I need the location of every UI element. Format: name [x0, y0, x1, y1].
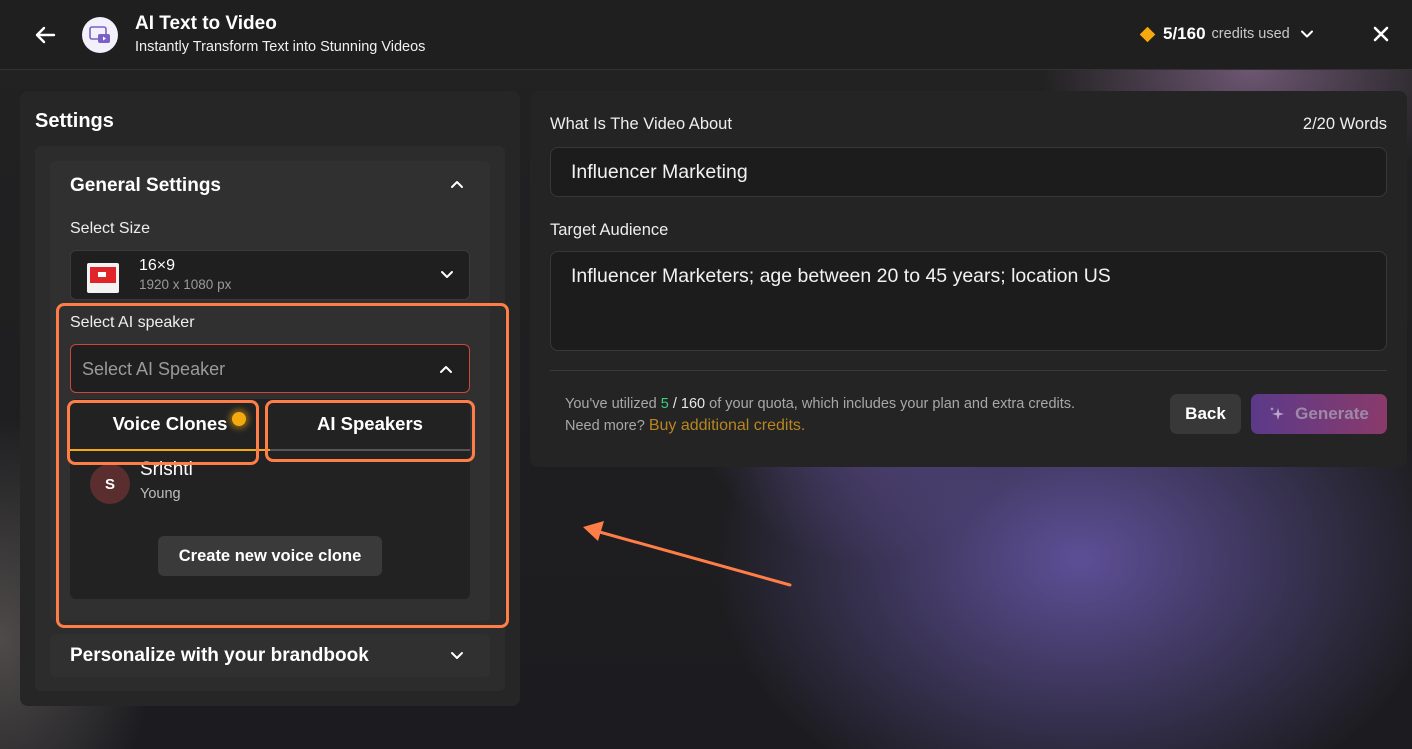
topic-value: Influencer Marketing: [571, 161, 748, 183]
chevron-up-icon[interactable]: [449, 176, 465, 192]
quota-suffix: of your quota, which includes your plan …: [709, 396, 1076, 412]
brandbook-title: Personalize with your brandbook: [70, 645, 369, 666]
need-more-text: Need more?: [565, 418, 645, 434]
quota-prefix: You've utilized: [565, 396, 657, 412]
credits-dropdown[interactable]: 5/160 credits used: [1139, 24, 1314, 44]
quota-total: 160: [680, 396, 706, 412]
brandbook-section[interactable]: Personalize with your brandbook: [50, 634, 490, 677]
audience-label: Target Audience: [550, 221, 669, 239]
app-title: AI Text to Video: [135, 13, 277, 34]
back-arrow-icon[interactable]: [34, 24, 56, 46]
app-header: AI Text to Video Instantly Transform Tex…: [0, 0, 1412, 70]
sparkle-icon: [1270, 407, 1285, 420]
app-logo-icon: [82, 17, 118, 53]
quota-used: 5: [660, 396, 669, 412]
general-settings-title[interactable]: General Settings: [70, 175, 221, 197]
voice-clones-highlight-box: [67, 400, 259, 465]
credits-count: 5/160: [1163, 24, 1206, 43]
audience-textarea[interactable]: Influencer Marketers; age between 20 to …: [550, 251, 1387, 351]
back-button[interactable]: Back: [1170, 394, 1241, 434]
size-dims: 1920 x 1080 px: [139, 277, 232, 292]
buy-credits-link[interactable]: Buy additional credits.: [649, 417, 806, 434]
credits-diamond-icon: [1139, 26, 1156, 42]
chevron-down-icon: [1300, 30, 1313, 38]
audience-value: Influencer Marketers; age between 20 to …: [571, 265, 1111, 287]
generate-button[interactable]: Generate: [1251, 394, 1387, 434]
generate-label: Generate: [1295, 404, 1369, 423]
chevron-down-icon: [441, 271, 453, 278]
word-count: 2/20 Words: [1302, 115, 1387, 133]
size-select[interactable]: 16×9 1920 x 1080 px: [70, 250, 470, 300]
ai-speakers-highlight-box: [265, 400, 475, 462]
divider: [550, 370, 1387, 371]
quota-sep: /: [672, 396, 677, 412]
video-size-thumbnail-icon: [87, 263, 119, 293]
chevron-down-icon: [451, 652, 463, 659]
quota-info: You've utilized 5 / 160 of your quota, w…: [565, 394, 1075, 437]
topic-input[interactable]: Influencer Marketing: [550, 147, 1387, 197]
topic-label: What Is The Video About: [550, 115, 732, 133]
settings-title: Settings: [35, 110, 114, 132]
close-icon[interactable]: [1372, 25, 1390, 43]
speaker-highlight-box: [56, 303, 509, 628]
app-subtitle: Instantly Transform Text into Stunning V…: [135, 39, 426, 55]
size-name: 16×9: [139, 257, 176, 274]
credits-label: credits used: [1211, 26, 1290, 42]
main-panel: What Is The Video About 2/20 Words Influ…: [530, 91, 1407, 467]
select-size-label: Select Size: [70, 220, 151, 237]
